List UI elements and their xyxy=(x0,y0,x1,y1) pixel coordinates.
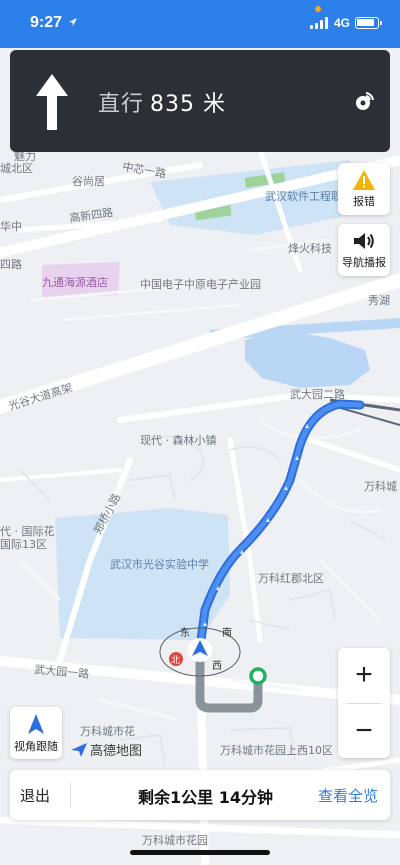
label-guanggu-school: 武汉市光谷实验中学 xyxy=(110,557,209,571)
status-time: 9:27 xyxy=(30,14,63,31)
report-error-label: 报错 xyxy=(353,195,375,208)
voice-broadcast-label: 导航播报 xyxy=(342,256,386,269)
view-overview-button[interactable]: 查看全览 xyxy=(318,785,378,806)
label-gushang: 谷尚居 xyxy=(72,174,105,188)
zoom-controls: + − xyxy=(338,648,390,758)
label-xiandai: 现代 · 森林小镇 xyxy=(140,433,217,447)
cellular-signal-icon xyxy=(310,17,328,29)
compass-north: 北 xyxy=(171,655,180,666)
nav-instruction-text: 直行 835 米 xyxy=(98,86,226,118)
home-indicator[interactable] xyxy=(130,850,270,855)
nav-distance: 835 米 xyxy=(150,92,227,117)
straight-arrow-icon xyxy=(36,74,68,130)
navigation-instruction-card: 直行 835 米 xyxy=(10,50,390,152)
label-sizhong: 四路 xyxy=(0,258,22,271)
label-chengbei: 城北区 xyxy=(0,162,33,175)
label-wanke-garden-10: 万科城市花园上西10区 xyxy=(220,743,333,757)
label-international: 代 · 国际花 xyxy=(0,525,55,538)
network-type: 4G xyxy=(334,16,351,30)
label-jiutong: 九通海源酒店 xyxy=(42,275,108,289)
battery-icon xyxy=(355,17,382,29)
bottom-divider xyxy=(70,782,71,808)
follow-view-label: 视角跟随 xyxy=(14,740,58,753)
label-wanke-garden-bottom: 万科城市花园 xyxy=(142,833,208,847)
label-xiuhu: 秀湖 xyxy=(368,294,390,307)
label-wanke-city: 万科城 xyxy=(364,479,397,493)
label-wanke-garden: 万科城市花 xyxy=(80,724,135,738)
amap-logo-icon xyxy=(71,742,87,757)
label-huazhong: 华中 xyxy=(0,219,22,233)
remaining-info: 剩余1公里 14分钟 xyxy=(138,788,273,807)
label-international2: 国际13区 xyxy=(0,538,47,551)
destination-marker xyxy=(249,667,267,685)
gps-signal-icon[interactable] xyxy=(354,90,376,112)
bottom-bar: 退出 剩余1公里 14分钟 查看全览 xyxy=(10,770,390,820)
label-fenghuo: 烽火科技 xyxy=(288,241,332,255)
voice-broadcast-button[interactable]: 导航播报 xyxy=(338,224,390,276)
zoom-in-button[interactable]: + xyxy=(338,648,390,702)
compass-west: 西 xyxy=(212,661,222,672)
exit-button[interactable]: 退出 xyxy=(20,785,50,806)
speaker-icon xyxy=(354,233,374,249)
compass-east: 东 xyxy=(180,626,190,639)
compass-south: 南 xyxy=(222,626,232,639)
location-arrow-icon xyxy=(69,18,77,26)
compass-icon xyxy=(28,714,44,734)
status-bar: 9:27 4G xyxy=(0,0,400,48)
zoom-out-button[interactable]: − xyxy=(338,704,390,758)
label-cec: 中国电子中原电子产业园 xyxy=(140,277,261,291)
nav-direction: 直行 xyxy=(98,92,145,117)
label-wudayuan2: 武大园二路 xyxy=(290,387,345,401)
mic-indicator-dot xyxy=(315,6,321,12)
report-error-button[interactable]: 报错 xyxy=(338,163,390,215)
warning-icon xyxy=(353,170,375,190)
amap-logo: 高德地图 xyxy=(70,740,142,759)
follow-view-button[interactable]: 视角跟随 xyxy=(10,707,62,759)
current-location-icon xyxy=(188,638,212,662)
amap-logo-text: 高德地图 xyxy=(90,744,143,759)
label-wanke-red: 万科红郡北区 xyxy=(258,571,324,585)
